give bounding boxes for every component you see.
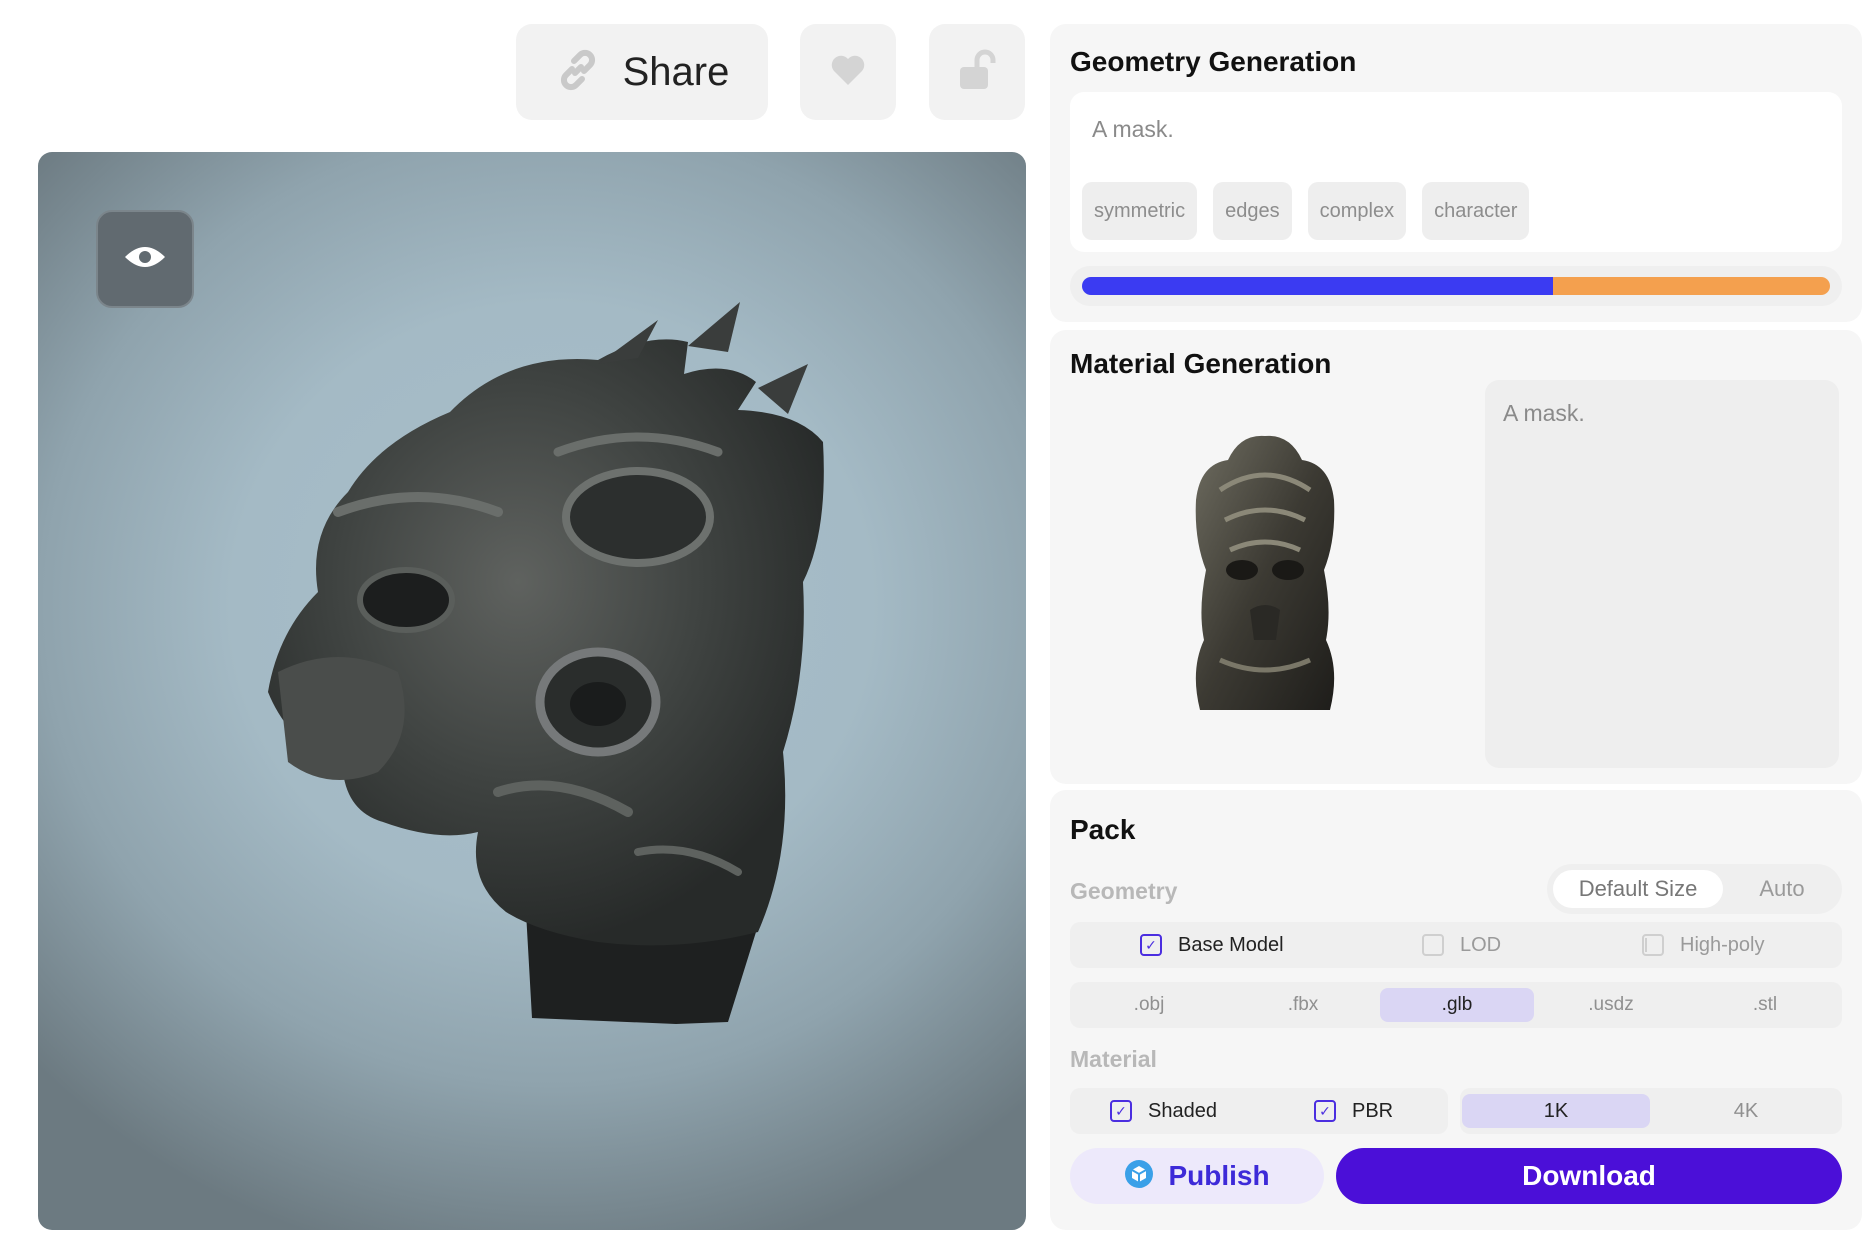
resolution-option-1k[interactable]: 1K	[1462, 1094, 1650, 1128]
format-option-glb[interactable]: .glb	[1380, 988, 1534, 1022]
progress-completed	[1082, 277, 1553, 295]
checkbox-unchecked-icon	[1422, 934, 1444, 956]
material-prompt-text: A mask.	[1503, 400, 1585, 426]
visibility-toggle-button[interactable]	[96, 210, 194, 308]
geometry-options-row: ✓ Base Model LOD High-poly	[1070, 922, 1842, 968]
geometry-section-label: Geometry	[1070, 878, 1178, 904]
pbr-label: PBR	[1352, 1099, 1394, 1122]
shaded-checkbox[interactable]: ✓ Shaded	[1110, 1088, 1217, 1134]
unlock-icon	[957, 49, 997, 96]
tag-chip[interactable]: complex	[1307, 182, 1407, 240]
tag-chip[interactable]: character	[1422, 182, 1530, 240]
material-generation-title: Material Generation	[1070, 348, 1332, 379]
material-generation-panel: Material Generation A mask.	[1050, 330, 1862, 784]
geometry-prompt-box[interactable]: A mask. symmetric edges complex characte…	[1070, 92, 1842, 252]
cube-badge-icon	[1124, 1159, 1154, 1194]
format-option-stl[interactable]: .stl	[1688, 988, 1842, 1022]
share-label: Share	[622, 49, 730, 94]
default-size-option[interactable]: Default Size	[1553, 870, 1723, 908]
download-label: Download	[1522, 1160, 1656, 1191]
pbr-checkbox[interactable]: ✓ PBR	[1314, 1088, 1393, 1134]
lock-button[interactable]	[929, 24, 1025, 120]
pack-panel: Pack Geometry Default Size Auto ✓ Base M…	[1050, 790, 1862, 1230]
checkbox-disabled-icon	[1642, 934, 1664, 956]
base-model-checkbox[interactable]: ✓ Base Model	[1140, 922, 1284, 968]
checkbox-checked-icon: ✓	[1140, 934, 1162, 956]
geometry-generation-panel: Geometry Generation A mask. symmetric ed…	[1050, 24, 1862, 322]
checkbox-checked-icon: ✓	[1110, 1100, 1132, 1122]
format-option-fbx[interactable]: .fbx	[1226, 988, 1380, 1022]
resolution-option-4k[interactable]: 4K	[1652, 1094, 1840, 1128]
model-viewport[interactable]	[38, 152, 1026, 1230]
checkbox-checked-icon: ✓	[1314, 1100, 1336, 1122]
material-preview-thumbnail	[1195, 435, 1335, 710]
lod-checkbox[interactable]: LOD	[1422, 922, 1501, 968]
link-icon	[555, 47, 601, 98]
publish-button[interactable]: Publish	[1070, 1148, 1324, 1204]
high-poly-checkbox[interactable]: High-poly	[1642, 922, 1764, 968]
tag-chip[interactable]: symmetric	[1082, 182, 1198, 240]
shaded-label: Shaded	[1148, 1099, 1217, 1122]
download-button[interactable]: Download	[1336, 1148, 1842, 1204]
format-selector: .obj .fbx .glb .usdz .stl	[1070, 982, 1842, 1028]
high-poly-label: High-poly	[1680, 933, 1765, 956]
heart-icon	[830, 54, 866, 91]
mask-3d-model	[268, 302, 824, 1024]
pack-title: Pack	[1070, 814, 1136, 845]
like-button[interactable]	[800, 24, 896, 120]
format-option-obj[interactable]: .obj	[1072, 988, 1226, 1022]
geometry-tags: symmetric edges complex character	[1082, 182, 1530, 240]
material-options-row: ✓ Shaded ✓ PBR	[1070, 1088, 1448, 1134]
tag-chip[interactable]: edges	[1213, 182, 1292, 240]
share-button[interactable]: Share	[516, 24, 768, 120]
auto-size-option[interactable]: Auto	[1727, 870, 1837, 908]
geometry-generation-title: Geometry Generation	[1070, 46, 1357, 77]
generation-progress-bar	[1070, 266, 1842, 306]
material-section-label: Material	[1070, 1046, 1157, 1072]
publish-label: Publish	[1168, 1160, 1270, 1191]
size-toggle: Default Size Auto	[1547, 864, 1842, 914]
eye-icon	[123, 243, 167, 276]
progress-remaining	[1553, 277, 1830, 295]
geometry-prompt-text: A mask.	[1092, 116, 1174, 142]
resolution-selector: 1K 4K	[1460, 1088, 1842, 1134]
format-option-usdz[interactable]: .usdz	[1534, 988, 1688, 1022]
lod-label: LOD	[1460, 933, 1502, 956]
material-prompt-box[interactable]: A mask.	[1485, 380, 1839, 768]
base-model-label: Base Model	[1178, 933, 1284, 956]
